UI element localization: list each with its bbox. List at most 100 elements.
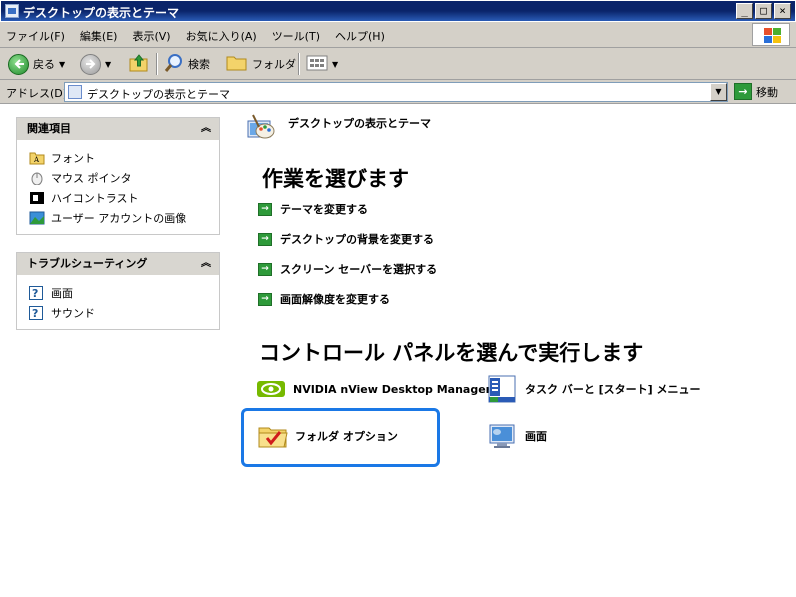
- related-item-high-contrast[interactable]: ハイコントラスト: [29, 188, 219, 208]
- page-header-title: デスクトップの表示とテーマ: [288, 117, 431, 130]
- troubleshoot-item-label: サウンド: [51, 307, 95, 320]
- troubleshoot-item-sound[interactable]: ? サウンド: [29, 303, 219, 323]
- cp-item-taskbar-start-menu[interactable]: タスク バーと [スタート] メニュー: [487, 373, 701, 405]
- menu-bar: ファイル(F) 編集(E) 表示(V) お気に入り(A) ツール(T) ヘルプ(…: [0, 22, 796, 48]
- related-item-fonts[interactable]: A フォント: [29, 148, 219, 168]
- search-label: 検索: [188, 58, 210, 71]
- address-label: アドレス(D): [6, 87, 68, 100]
- menu-help[interactable]: ヘルプ(H): [335, 28, 385, 44]
- font-folder-icon: A: [29, 151, 45, 165]
- folder-options-icon: [257, 420, 289, 452]
- title-bar[interactable]: デスクトップの表示とテーマ _ □ ×: [0, 0, 796, 22]
- user-picture-icon: [29, 211, 45, 225]
- task-arrow-icon: →: [258, 262, 272, 276]
- task-arrow-icon: →: [258, 202, 272, 216]
- back-label: 戻る: [33, 58, 55, 71]
- task-label: テーマを変更する: [280, 203, 368, 216]
- address-bar: アドレス(D) デスクトップの表示とテーマ ▼ → 移動: [0, 80, 796, 104]
- related-item-user-picture[interactable]: ユーザー アカウントの画像: [29, 208, 219, 228]
- troubleshoot-item-display[interactable]: ? 画面: [29, 283, 219, 303]
- troubleshooting-header[interactable]: トラブルシューティング ︽: [17, 253, 219, 275]
- task-label: スクリーン セーバーを選択する: [280, 263, 438, 276]
- address-dropdown-icon[interactable]: ▼: [710, 83, 727, 101]
- address-value: デスクトップの表示とテーマ: [87, 88, 230, 101]
- task-change-resolution[interactable]: → 画面解像度を変更する: [258, 291, 390, 307]
- control-panel-heading: コントロール パネルを選んで実行します: [259, 341, 644, 365]
- menu-view[interactable]: 表示(V): [132, 28, 170, 44]
- minimize-button[interactable]: _: [736, 3, 753, 19]
- go-arrow-icon: →: [734, 83, 752, 100]
- maximize-button[interactable]: □: [755, 3, 772, 19]
- folder-icon: [226, 54, 248, 75]
- cp-item-label: 画面: [525, 430, 547, 443]
- window-title: デスクトップの表示とテーマ: [23, 6, 180, 20]
- task-label: 画面解像度を変更する: [280, 293, 390, 306]
- content-area: 関連項目 ︽ A フォント マウス ポインタ ハイコントラスト ユーザー アカウ…: [0, 105, 796, 597]
- related-item-mouse-pointer[interactable]: マウス ポインタ: [29, 168, 219, 188]
- troubleshoot-item-label: 画面: [51, 287, 73, 300]
- cp-item-display[interactable]: 画面: [487, 420, 547, 452]
- cp-item-nvidia-nview[interactable]: NVIDIA nView Desktop Manager: [255, 373, 491, 405]
- task-arrow-icon: →: [258, 292, 272, 306]
- back-button[interactable]: 戻る ▼: [8, 52, 65, 76]
- window-icon[interactable]: [5, 4, 19, 18]
- forward-dropdown-icon[interactable]: ▼: [105, 60, 111, 69]
- troubleshooting-title: トラブルシューティング: [27, 257, 148, 270]
- views-button[interactable]: ▼: [306, 52, 338, 76]
- task-heading: 作業を選びます: [262, 167, 409, 191]
- taskbar-icon: [487, 373, 519, 405]
- go-label: 移動: [756, 85, 778, 99]
- collapse-chevron-icon[interactable]: ︽: [201, 118, 211, 140]
- high-contrast-icon: [29, 191, 45, 205]
- task-label: デスクトップの背景を変更する: [280, 233, 434, 246]
- svg-text:?: ?: [32, 287, 38, 300]
- related-topics-title: 関連項目: [27, 122, 71, 135]
- related-topics-header[interactable]: 関連項目 ︽: [17, 118, 219, 140]
- cp-item-label: NVIDIA nView Desktop Manager: [293, 382, 492, 396]
- collapse-chevron-icon[interactable]: ︽: [201, 253, 211, 275]
- help-icon: ?: [29, 306, 45, 320]
- troubleshooting-panel: トラブルシューティング ︽ ? 画面 ? サウンド: [16, 252, 220, 330]
- cp-item-label: タスク バーと [スタート] メニュー: [525, 383, 701, 396]
- windows-logo-icon: [752, 23, 790, 46]
- nvidia-icon: [255, 373, 287, 405]
- search-button[interactable]: 検索: [164, 52, 210, 76]
- task-change-background[interactable]: → デスクトップの背景を変更する: [258, 231, 434, 247]
- up-folder-icon: [128, 52, 150, 77]
- svg-text:?: ?: [32, 307, 38, 320]
- back-arrow-icon: [8, 53, 29, 75]
- display-icon: [487, 420, 519, 452]
- go-button[interactable]: → 移動: [734, 83, 778, 100]
- folders-label: フォルダ: [252, 58, 296, 71]
- close-button[interactable]: ×: [774, 3, 791, 19]
- related-item-label: ユーザー アカウントの画像: [51, 212, 187, 225]
- related-item-label: ハイコントラスト: [51, 192, 139, 205]
- menu-tools[interactable]: ツール(T): [272, 28, 320, 44]
- forward-arrow-icon: [80, 53, 101, 75]
- search-icon: [164, 53, 184, 76]
- menu-favorites[interactable]: お気に入り(A): [186, 28, 257, 44]
- views-dropdown-icon[interactable]: ▼: [332, 60, 338, 69]
- up-folder-button[interactable]: [128, 52, 150, 76]
- toolbar: 戻る ▼ ▼ 検索 フォルダ ▼: [0, 48, 796, 80]
- control-panel-icon: [68, 85, 82, 99]
- forward-button[interactable]: ▼: [80, 52, 111, 76]
- appearance-themes-icon: [245, 113, 277, 143]
- views-icon: [306, 54, 328, 75]
- related-topics-panel: 関連項目 ︽ A フォント マウス ポインタ ハイコントラスト ユーザー アカウ…: [16, 117, 220, 235]
- related-item-label: フォント: [51, 152, 95, 165]
- cp-item-folder-options[interactable]: フォルダ オプション: [257, 420, 398, 452]
- task-arrow-icon: →: [258, 232, 272, 246]
- back-dropdown-icon[interactable]: ▼: [59, 60, 65, 69]
- folders-button[interactable]: フォルダ: [226, 52, 296, 76]
- address-input[interactable]: デスクトップの表示とテーマ ▼: [64, 82, 728, 102]
- menu-file[interactable]: ファイル(F): [6, 28, 65, 44]
- menu-edit[interactable]: 編集(E): [80, 28, 118, 44]
- related-item-label: マウス ポインタ: [51, 172, 132, 185]
- mouse-icon: [29, 171, 45, 186]
- cp-item-label: フォルダ オプション: [295, 430, 398, 443]
- help-icon: ?: [29, 286, 45, 300]
- task-change-theme[interactable]: → テーマを変更する: [258, 201, 368, 217]
- svg-text:A: A: [33, 156, 40, 164]
- task-choose-screensaver[interactable]: → スクリーン セーバーを選択する: [258, 261, 437, 277]
